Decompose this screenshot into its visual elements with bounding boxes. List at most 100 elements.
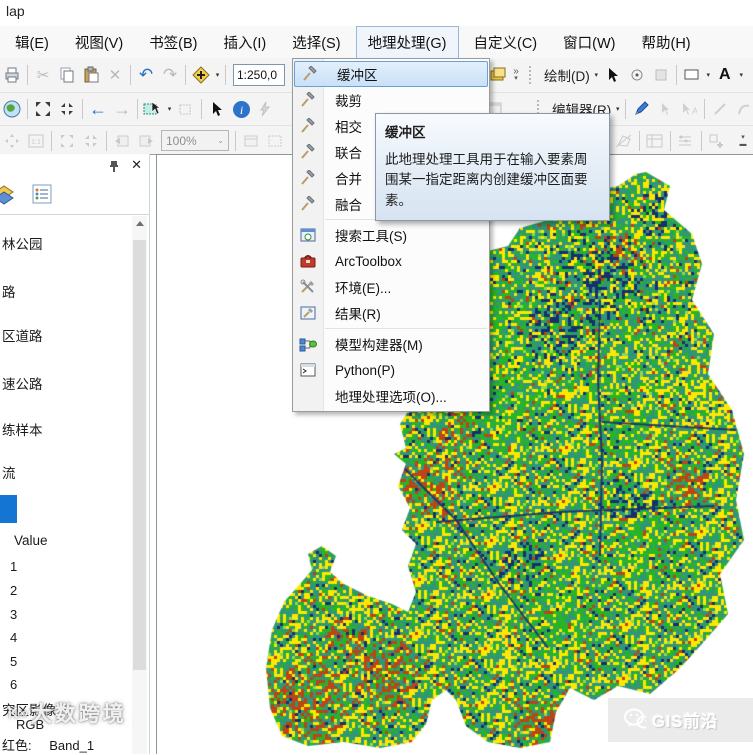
editor-extra-tools: ▾ ▬	[612, 126, 749, 155]
shape-dropdown-icon[interactable]: ▾	[704, 58, 713, 92]
focus-dataframe-icon	[263, 129, 287, 153]
draw-dropdown-icon[interactable]: ▾	[592, 58, 601, 92]
menu-item-buffer[interactable]: 缓冲区	[294, 61, 488, 87]
standard-toolbar-right: » ▾ 绘制(D) ▾ ▾ A ▾	[486, 58, 746, 92]
scrollbar-thumb[interactable]	[133, 240, 146, 670]
menu-bar: 辑(E) 视图(V) 书签(B) 插入(I) 选择(S) 地理处理(G) 自定义…	[0, 25, 753, 59]
layout-zoom-combo[interactable]: 100% ⌄	[161, 130, 229, 151]
band-color-label: 红色:	[2, 738, 32, 753]
list-by-order-icon[interactable]	[0, 182, 16, 206]
fixed-zoom-out-icon[interactable]	[55, 97, 79, 121]
edit-pencil-icon[interactable]	[629, 97, 653, 121]
select-features-icon[interactable]	[141, 97, 165, 121]
scroll-up-icon[interactable]	[132, 216, 147, 231]
menu-view[interactable]: 视图(V)	[64, 27, 134, 58]
sketch-properties-icon	[674, 129, 698, 153]
legend-class-6[interactable]: 6	[10, 677, 17, 692]
go-back-extent-icon[interactable]: ←	[86, 97, 110, 121]
copy-icon[interactable]	[55, 63, 79, 87]
toolbar-overflow-icon[interactable]: » ▾	[510, 67, 522, 83]
layer-item-stream[interactable]: 流	[2, 462, 16, 482]
legend-class-2[interactable]: 2	[10, 583, 17, 598]
arc-segment-icon	[732, 97, 753, 121]
toc-panel: ✕ 林公园 路 区道路 速公路 练样本 流 Value 1 2 3 4 5 6	[0, 154, 150, 754]
menu-item-geoprocessing-options[interactable]: 地理处理选项(O)...	[293, 383, 489, 409]
pin-icon[interactable]	[107, 159, 121, 173]
legend-class-1[interactable]: 1	[10, 559, 17, 574]
menu-customize[interactable]: 自定义(C)	[463, 27, 549, 58]
rectangle-tool-icon[interactable]	[680, 63, 704, 87]
draw-toolbar-grip[interactable]	[529, 66, 536, 84]
layer-item-forest-park[interactable]: 林公园	[2, 233, 43, 253]
paste-icon[interactable]	[79, 63, 103, 87]
tooltip-title: 缓冲区	[385, 125, 426, 140]
menu-selection[interactable]: 选择(S)	[281, 27, 351, 58]
menu-edit[interactable]: 辑(E)	[4, 27, 60, 58]
edit-vertices-icon	[649, 63, 673, 87]
wechat-icon	[622, 708, 646, 732]
attributes-table-icon	[643, 129, 667, 153]
legend-class-3[interactable]: 3	[10, 607, 17, 622]
editor-overflow-icon[interactable]: ▾ ▬	[737, 134, 749, 148]
watermark-right-text: GIS前沿	[652, 713, 719, 731]
menu-item-modelbuilder[interactable]: 模型构建器(M)	[293, 331, 489, 357]
draw-menu-label[interactable]: 绘制(D)	[540, 65, 592, 85]
raster-value-field-label[interactable]: Value	[14, 533, 48, 548]
layer-item-training-sample[interactable]: 练样本	[2, 419, 43, 439]
full-extent-globe-icon[interactable]	[0, 97, 24, 121]
rotate-element-icon[interactable]	[625, 63, 649, 87]
watermark-left: K∞ 大数跨境	[8, 698, 127, 728]
tooltip-body: 此地理处理工具用于在输入要素周围某一指定距离内创建缓冲区面要素。	[385, 152, 588, 208]
buffer-tooltip: 缓冲区 此地理处理工具用于在输入要素周围某一指定距离内创建缓冲区面要素。	[375, 113, 610, 221]
cut-icon[interactable]: ✂	[31, 63, 55, 87]
hammer-icon	[293, 118, 323, 134]
menu-item-environments[interactable]: 环境(E)...	[293, 274, 489, 300]
text-tool-icon[interactable]: A	[713, 63, 737, 87]
delete-icon[interactable]: ✕	[103, 63, 127, 87]
layer-item-district-road[interactable]: 区道路	[2, 325, 43, 345]
menu-bookmarks[interactable]: 书签(B)	[138, 27, 208, 58]
menu-item-arctoolbox[interactable]: ArcToolbox	[293, 248, 489, 274]
legend-class-5[interactable]: 5	[10, 654, 17, 669]
add-data-icon[interactable]	[189, 63, 213, 87]
layer-item-road[interactable]: 路	[2, 281, 16, 301]
straight-segment-icon	[708, 97, 732, 121]
layer-item-highway[interactable]: 速公路	[2, 373, 43, 393]
menu-item-python[interactable]: Python(P)	[293, 357, 489, 383]
selected-layer-highlight[interactable]	[0, 495, 17, 523]
text-dropdown-icon[interactable]: ▾	[737, 58, 746, 92]
toc-layer-list: 林公园 路 区道路 速公路 练样本 流 Value 1 2 3 4 5 6 究区…	[0, 214, 149, 754]
toc-options-icon[interactable]	[30, 182, 54, 206]
menu-item-clip[interactable]: 裁剪	[293, 87, 489, 113]
menu-help[interactable]: 帮助(H)	[630, 27, 701, 58]
svg-text:A: A	[692, 106, 697, 116]
back-page-icon	[110, 129, 134, 153]
undo-icon[interactable]: ↶	[134, 63, 158, 87]
toolbox-icon	[293, 253, 323, 269]
identify-icon[interactable]: i	[229, 97, 253, 121]
toc-vertical-scrollbar[interactable]	[132, 216, 147, 754]
menu-insert[interactable]: 插入(I)	[213, 27, 278, 58]
select-elements-icon[interactable]	[601, 63, 625, 87]
modelbuilder-icon	[293, 336, 323, 352]
hammer-icon	[293, 196, 323, 212]
menu-item-results[interactable]: 结果(R)	[293, 300, 489, 326]
map-scale-input[interactable]: 1:250,0	[233, 64, 285, 86]
menu-windows[interactable]: 窗口(W)	[552, 27, 626, 58]
fixed-zoom-in-icon[interactable]	[31, 97, 55, 121]
raster-band-row: 红色: Band_1	[2, 735, 94, 754]
menu-geoprocessing[interactable]: 地理处理(G)	[355, 25, 459, 59]
print-icon[interactable]	[0, 63, 24, 87]
watermark-left-logo: K∞	[8, 704, 28, 722]
select-elements-arrow-icon[interactable]	[205, 97, 229, 121]
menu-item-search-tools[interactable]: 搜索工具(S)	[293, 222, 489, 248]
go-forward-extent-icon: →	[113, 98, 131, 119]
redo-icon[interactable]: ↷	[158, 63, 182, 87]
close-icon[interactable]: ✕	[131, 157, 142, 173]
zoom-100-icon: 1:1	[24, 129, 48, 153]
hammer-icon	[293, 170, 323, 186]
editor-dropdown-icon[interactable]: ▾	[613, 93, 622, 125]
legend-class-4[interactable]: 4	[10, 630, 17, 645]
select-features-dropdown-icon[interactable]: ▾	[165, 93, 174, 125]
add-data-dropdown-icon[interactable]: ▾	[213, 58, 222, 92]
